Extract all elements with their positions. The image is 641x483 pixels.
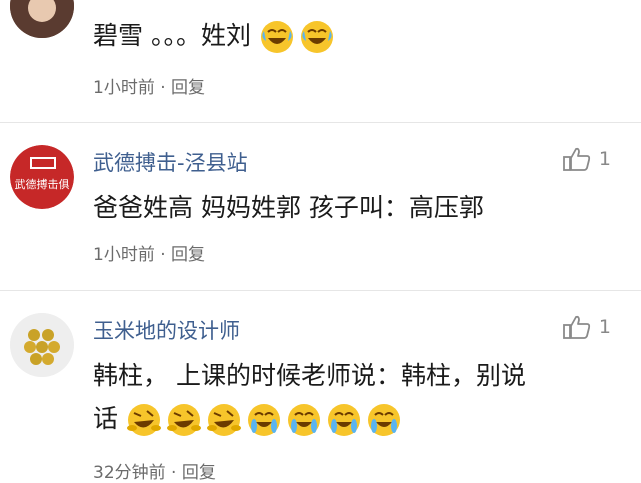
comment-text: 碧雪 。。。姓刘 [93, 14, 613, 57]
meta-separator: · [160, 245, 166, 265]
comment-meta: 32分钟前 · 回复 [93, 458, 216, 483]
laugh-cry-icon [299, 19, 335, 55]
like-count: 1 [598, 316, 611, 338]
rolling-laugh-icon [126, 402, 162, 438]
reply-button[interactable]: 回复 [171, 245, 205, 265]
laugh-cry-icon [259, 19, 295, 55]
username[interactable]: 玉米地的设计师 [93, 315, 240, 345]
comment-time: 1小时前 [93, 245, 155, 265]
reply-button[interactable]: 回复 [171, 78, 205, 98]
comment-text: 韩柱， 上课的时候老师说：韩柱，别说 话 [93, 354, 613, 440]
like-count: 1 [598, 148, 611, 170]
tears-of-joy-icon [286, 402, 322, 438]
username[interactable]: 武德搏击-泾县站 [93, 147, 248, 177]
svg-text:武德搏击俱: 武德搏击俱 [15, 177, 70, 191]
comment-text-line: 韩柱， 上课的时候老师说：韩柱，别说 [93, 361, 526, 390]
avatar-image [10, 0, 74, 38]
comment-time: 1小时前 [93, 78, 155, 98]
rolling-laugh-icon [166, 402, 202, 438]
comment-meta: 1小时前 · 回复 [93, 240, 205, 265]
avatar[interactable]: 武德搏击俱 [10, 145, 74, 209]
comment-meta: 1小时前 · 回复 [93, 73, 205, 98]
like-button[interactable]: 1 [563, 314, 611, 340]
thumbs-up-icon [563, 147, 591, 171]
avatar-image [10, 313, 74, 377]
tears-of-joy-icon [366, 402, 402, 438]
comment-time: 32分钟前 [93, 463, 166, 483]
rolling-laugh-icon [206, 402, 242, 438]
reply-button[interactable]: 回复 [182, 463, 216, 483]
avatar-image: 武德搏击俱 [10, 145, 74, 209]
like-button[interactable]: 1 [563, 146, 611, 172]
thumbs-up-icon [563, 315, 591, 339]
avatar[interactable] [10, 313, 74, 377]
tears-of-joy-icon [246, 402, 282, 438]
divider [0, 290, 641, 291]
tears-of-joy-icon [326, 402, 362, 438]
meta-separator: · [160, 78, 166, 98]
avatar[interactable] [10, 0, 74, 38]
comment-text-line: 话 [93, 397, 613, 440]
meta-separator: · [171, 463, 177, 483]
comment-text: 爸爸姓高 妈妈姓郭 孩子叫：高压郭 [93, 193, 484, 222]
divider [0, 122, 641, 123]
